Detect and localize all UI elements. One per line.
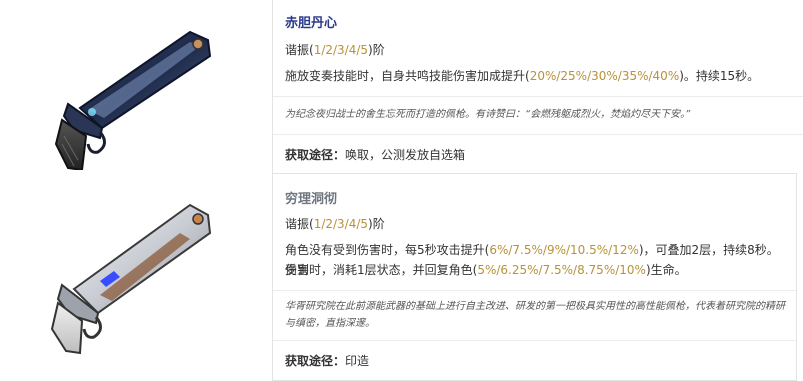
divider [273,290,796,291]
resonance-suffix: )阶 [368,217,385,231]
effect-text: 施放变奏技能时，自身共鸣技能伤害加成提升( [285,69,530,83]
resonance-line: 谐振(1/2/3/4/5)阶 [285,214,786,234]
effect-text-end: )。持续15秒。 [679,69,760,83]
effect-values: 5%/6.25%/7.5%/8.75%/10% [477,263,646,277]
effect-description: 施放变奏技能时，自身共鸣技能伤害加成提升(20%/25%/30%/35%/40%… [285,66,793,86]
effect-text-end: )生命。 [645,263,687,277]
lore-line: 华胥研究院在此前源能武器的基础上进行自主改进、研发的第一把极具实用性的高性能佩枪… [285,301,785,312]
resonance-levels: 1/2/3/4/5 [313,43,369,57]
acquisition-line: 获取途径：印造 [285,352,369,369]
weapon-row-2: 穷理洞彻 谐振(1/2/3/4/5)阶 角色没有受到伤害时，每5秒攻击提升(6%… [0,173,803,381]
effect-values: 6%/7.5%/9%/10.5%/12% [489,243,639,257]
weapon-name: 穷理洞彻 [285,192,338,207]
weapon-image-cell [0,0,271,173]
acquisition-value: 唤取，公测发放自选箱 [345,148,466,162]
resonance-suffix: )阶 [368,43,385,57]
white-silver-pistol-icon [50,203,212,355]
weapon-info-card: 赤胆丹心 谐振(1/2/3/4/5)阶 施放变奏技能时，自身共鸣技能伤害加成提升… [272,0,803,173]
resonance-prefix: 谐振( [285,217,314,231]
lore-line: 与缜密，直指深邃。 [285,318,375,329]
acquisition-label: 获取途径： [285,354,346,368]
weapon-lore: 华胥研究院在此前源能武器的基础上进行自主改进、研发的第一把极具实用性的高性能佩枪… [285,298,786,332]
divider [273,340,796,341]
weapon-name: 赤胆丹心 [285,16,338,31]
resonance-levels: 1/2/3/4/5 [313,217,369,231]
resonance-prefix: 谐振( [285,43,314,57]
effect-values: 20%/25%/30%/35%/40% [529,69,680,83]
effect-text: 角色没有受到伤害时，每5秒攻击提升( [285,243,490,257]
acquisition-value: 印造 [345,354,370,368]
weapon-row-1: 赤胆丹心 谐振(1/2/3/4/5)阶 施放变奏技能时，自身共鸣技能伤害加成提升… [0,0,803,173]
divider [273,96,803,97]
divider [273,134,803,135]
weapon-image-cell [0,173,271,381]
effect-text: 伤害时，消耗1层状态，并回复角色( [285,263,478,277]
acquisition-label: 获取途径： [285,148,346,162]
weapon-lore: 为纪念夜归战士的舍生忘死而打造的佩枪。有诗赞曰：“会燃残躯成烈火，焚焰灼尽天下安… [285,109,691,120]
acquisition-line: 获取途径：唤取，公测发放自选箱 [285,146,465,163]
resonance-line: 谐振(1/2/3/4/5)阶 [285,40,793,60]
weapon-info-card: 穷理洞彻 谐振(1/2/3/4/5)阶 角色没有受到伤害时，每5秒攻击提升(6%… [272,173,797,381]
effect-description-cont: 伤害时，消耗1层状态，并回复角色(5%/6.25%/7.5%/8.75%/10%… [285,260,786,280]
blue-silver-pistol-icon [54,30,212,170]
